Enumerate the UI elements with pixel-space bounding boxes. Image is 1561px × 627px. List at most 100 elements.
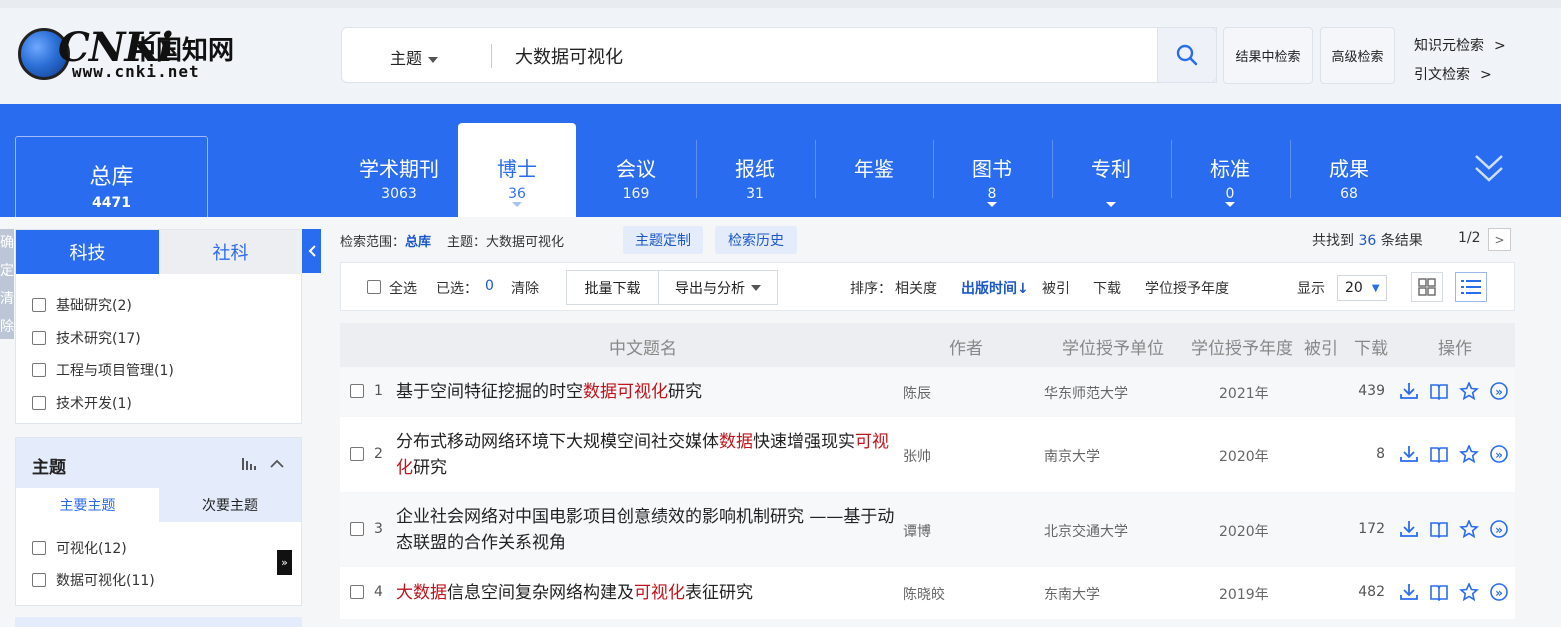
cnki-logo[interactable]: CNKi 中国知网 www.cnki.net bbox=[18, 24, 248, 84]
checkbox[interactable] bbox=[32, 298, 46, 312]
search-input[interactable] bbox=[515, 40, 1115, 72]
tab-category[interactable]: 年鉴 bbox=[815, 123, 933, 217]
degree-year: 2020年 bbox=[1219, 448, 1269, 465]
checkbox[interactable] bbox=[32, 331, 46, 345]
knowledge-search-link[interactable]: 知识元检索 > bbox=[1414, 32, 1506, 61]
row-checkbox[interactable] bbox=[350, 521, 364, 536]
clear-button[interactable]: 清除 bbox=[511, 278, 539, 298]
dropdown-triangle-icon bbox=[1106, 202, 1116, 207]
download-icon[interactable] bbox=[1399, 583, 1419, 601]
row-checkbox[interactable] bbox=[350, 585, 364, 599]
list-view-button[interactable] bbox=[1455, 272, 1487, 302]
dropdown-triangle-icon bbox=[512, 202, 522, 207]
unit-link[interactable]: 北京交通大学 bbox=[1044, 521, 1128, 541]
tab-category[interactable]: 专利 bbox=[1052, 123, 1170, 217]
author-link[interactable]: 谭博 bbox=[903, 521, 931, 541]
topic-item[interactable]: 数据可视化(11) bbox=[32, 570, 155, 590]
sort-cited[interactable]: 被引 bbox=[1042, 278, 1070, 298]
citation-search-link[interactable]: 引文检索 > bbox=[1414, 61, 1506, 90]
download-icon[interactable] bbox=[1399, 445, 1419, 463]
download-icon[interactable] bbox=[1399, 520, 1419, 538]
quote-icon[interactable]: » bbox=[1489, 583, 1509, 601]
tab-secondary-topic[interactable]: 次要主题 bbox=[159, 488, 301, 522]
chart-icon[interactable] bbox=[242, 458, 258, 470]
grid-view-button[interactable] bbox=[1411, 272, 1443, 302]
tab-category[interactable]: 会议 169 bbox=[577, 123, 695, 217]
table-row: 3 企业社会网络对中国电影项目创意绩效的影响机制研究 ——基于动态联盟的合作关系视… bbox=[340, 493, 1515, 566]
checkbox[interactable] bbox=[32, 363, 46, 377]
page-size-select[interactable]: 20 ▼ bbox=[1337, 275, 1387, 301]
filter-item[interactable]: 工程与项目管理(1) bbox=[32, 360, 174, 380]
read-icon[interactable] bbox=[1429, 382, 1449, 400]
tab-category[interactable]: 图书 8 bbox=[933, 123, 1051, 217]
row-checkbox[interactable] bbox=[350, 446, 364, 461]
tab-zongku[interactable]: 总库 4471 bbox=[15, 136, 208, 217]
side-action-strip[interactable]: 确 定 清 除 bbox=[0, 229, 14, 339]
sort-relevance[interactable]: 相关度 bbox=[895, 278, 937, 298]
favorite-icon[interactable] bbox=[1459, 444, 1479, 463]
tab-category[interactable]: 标准 0 bbox=[1171, 123, 1289, 217]
tab-category-label: 成果 bbox=[1329, 157, 1369, 181]
header-title: 中文题名 bbox=[609, 339, 677, 359]
paper-title-link[interactable]: 大数据信息空间复杂网络构建及可视化表征研究 bbox=[396, 580, 896, 606]
row-number: 3 bbox=[350, 521, 383, 537]
collapse-sidebar-button[interactable] bbox=[302, 229, 321, 273]
search-field-select[interactable]: 主题 bbox=[390, 45, 439, 69]
arrow-right-icon: > bbox=[1480, 67, 1492, 83]
paper-title-link[interactable]: 分布式移动网络环境下大规模空间社交媒体数据快速增强现实可视化研究 bbox=[396, 429, 896, 481]
strip-char: 清 bbox=[0, 291, 14, 307]
paper-title-link[interactable]: 基于空间特征挖掘的时空数据可视化研究 bbox=[396, 379, 896, 405]
advanced-search-button[interactable]: 高级检索 bbox=[1320, 27, 1395, 84]
scope-value[interactable]: 总库 bbox=[405, 231, 431, 250]
filter-item[interactable]: 技术研究(17) bbox=[32, 328, 141, 348]
batch-download-button[interactable]: 批量下载 bbox=[566, 270, 659, 305]
sort-publish-date[interactable]: 出版时间↓ bbox=[961, 278, 1029, 298]
checkbox[interactable] bbox=[32, 541, 46, 555]
author-link[interactable]: 张帅 bbox=[903, 446, 931, 466]
favorite-icon[interactable] bbox=[1459, 583, 1479, 601]
paper-title-link[interactable]: 企业社会网络对中国电影项目创意绩效的影响机制研究 ——基于动态联盟的合作关系视角 bbox=[396, 504, 896, 556]
author-link[interactable]: 陈辰 bbox=[903, 383, 931, 403]
favorite-icon[interactable] bbox=[1459, 519, 1479, 538]
tab-main-topic[interactable]: 主要主题 bbox=[16, 488, 159, 522]
tab-category[interactable]: 报纸 31 bbox=[696, 123, 814, 217]
double-arrow-icon[interactable]: » bbox=[277, 550, 292, 575]
row-checkbox[interactable] bbox=[350, 384, 364, 398]
author-link[interactable]: 陈晓皎 bbox=[903, 584, 945, 604]
expand-icon[interactable] bbox=[1474, 152, 1504, 184]
tab-category[interactable]: 成果 68 bbox=[1290, 123, 1408, 217]
tab-science[interactable]: 科技 bbox=[16, 230, 159, 274]
unit-link[interactable]: 华东师范大学 bbox=[1044, 383, 1128, 403]
search-history-button[interactable]: 检索历史 bbox=[715, 226, 797, 254]
select-all-label[interactable]: 全选 bbox=[389, 278, 417, 298]
checkbox[interactable] bbox=[32, 396, 46, 410]
sort-degree-year[interactable]: 学位授予年度 bbox=[1145, 278, 1229, 298]
svg-text:»: » bbox=[1495, 448, 1503, 462]
quote-icon[interactable]: » bbox=[1489, 519, 1509, 538]
unit-link[interactable]: 南京大学 bbox=[1044, 446, 1100, 466]
chevron-up-icon[interactable] bbox=[270, 459, 284, 469]
quote-icon[interactable]: » bbox=[1489, 444, 1509, 463]
quote-icon[interactable]: » bbox=[1489, 382, 1509, 400]
topic-item[interactable]: 可视化(12) bbox=[32, 538, 127, 558]
checkbox[interactable] bbox=[32, 573, 46, 587]
read-icon[interactable] bbox=[1429, 583, 1449, 601]
download-icon[interactable] bbox=[1399, 382, 1419, 400]
tab-social-science[interactable]: 社科 bbox=[159, 230, 302, 274]
tab-category[interactable]: 学术期刊 3063 bbox=[340, 123, 458, 217]
search-button[interactable] bbox=[1157, 27, 1217, 83]
filter-item[interactable]: 基础研究(2) bbox=[32, 295, 132, 315]
tab-category[interactable]: 博士 36 bbox=[458, 123, 576, 217]
export-analysis-button[interactable]: 导出与分析 bbox=[658, 270, 778, 305]
unit-link[interactable]: 东南大学 bbox=[1044, 584, 1100, 604]
collapse-icon bbox=[308, 245, 316, 257]
filter-item[interactable]: 技术开发(1) bbox=[32, 393, 132, 413]
topic-custom-button[interactable]: 主题定制 bbox=[623, 226, 703, 254]
read-icon[interactable] bbox=[1429, 445, 1449, 463]
select-all-checkbox[interactable] bbox=[367, 280, 381, 294]
next-page-button[interactable]: > bbox=[1488, 228, 1511, 251]
search-in-results-button[interactable]: 结果中检索 bbox=[1223, 27, 1313, 84]
sort-downloads[interactable]: 下载 bbox=[1093, 278, 1121, 298]
read-icon[interactable] bbox=[1429, 520, 1449, 538]
favorite-icon[interactable] bbox=[1459, 382, 1479, 400]
